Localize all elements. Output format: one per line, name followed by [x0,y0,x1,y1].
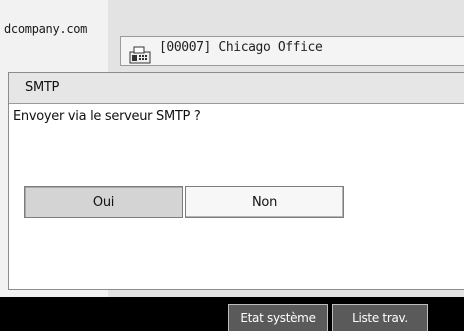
no-button[interactable]: Non [185,186,344,218]
dialog-message: Envoyer via le serveur SMTP ? [13,109,201,124]
job-list-button[interactable]: Liste trav. [332,304,428,331]
address-text: dcompany.com [4,22,88,36]
destination-entry[interactable]: [00007] Chicago Office [120,36,464,66]
yes-button[interactable]: Oui [24,186,183,218]
dialog-titlebar: SMTP [9,73,464,104]
system-status-button[interactable]: Etat système [228,304,328,331]
fax-machine-icon [129,46,151,64]
dialog-title: SMTP [25,80,60,95]
smtp-confirm-dialog: SMTP Envoyer via le serveur SMTP ? Oui N… [8,72,464,290]
status-bar: Etat système Liste trav. [0,297,464,331]
destination-label: [00007] Chicago Office [159,40,323,55]
